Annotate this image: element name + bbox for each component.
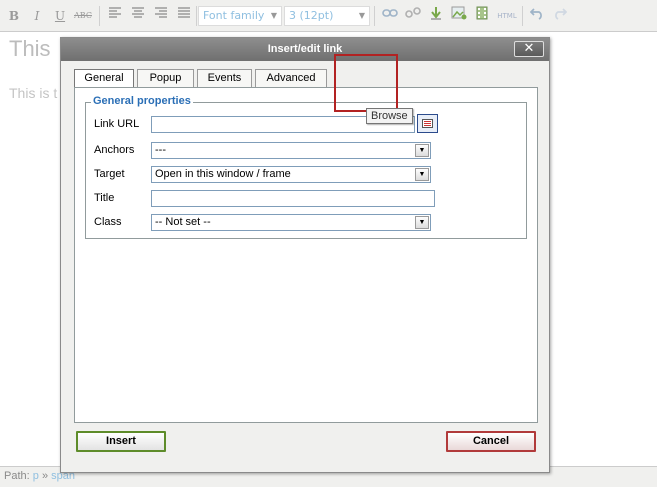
class-value: -- Not set -- bbox=[155, 216, 211, 228]
dialog-title[interactable]: Insert/edit link bbox=[61, 38, 549, 61]
close-button[interactable]: ✕ bbox=[514, 41, 544, 57]
chevron-down-icon: ▼ bbox=[415, 144, 429, 157]
insert-link-dialog: Insert/edit link ✕ General Popup Events … bbox=[60, 37, 550, 473]
general-properties-group: General properties Link URL Anchors --- … bbox=[85, 95, 527, 239]
align-left-icon[interactable] bbox=[105, 6, 125, 26]
tab-general[interactable]: General bbox=[74, 69, 134, 88]
tab-advanced[interactable]: Advanced bbox=[255, 69, 327, 87]
font-size-value: 3 (12pt) bbox=[289, 9, 334, 22]
html-source-button[interactable]: HTML bbox=[494, 6, 520, 26]
media-icon[interactable] bbox=[472, 6, 492, 26]
target-label: Target bbox=[94, 168, 125, 180]
fieldset-legend: General properties bbox=[91, 95, 193, 107]
anchors-label: Anchors bbox=[94, 144, 135, 156]
class-select[interactable]: -- Not set -- ▼ bbox=[151, 214, 431, 231]
align-center-icon[interactable] bbox=[128, 6, 148, 26]
align-right-icon[interactable] bbox=[151, 6, 171, 26]
path-label: Path: bbox=[4, 470, 30, 482]
editor-heading[interactable]: This bbox=[9, 36, 51, 62]
browse-icon bbox=[422, 119, 433, 128]
link-url-label: Link URL bbox=[94, 118, 140, 130]
font-family-value: Font family bbox=[203, 9, 265, 22]
redo-icon[interactable] bbox=[550, 6, 570, 26]
path-item-p[interactable]: p bbox=[33, 470, 39, 482]
bold-button[interactable]: B bbox=[4, 6, 24, 26]
strikethrough-button[interactable]: ABC bbox=[73, 6, 93, 26]
font-family-select[interactable]: Font family ▼ bbox=[198, 6, 282, 26]
title-label: Title bbox=[94, 192, 115, 204]
path-separator: » bbox=[41, 470, 49, 482]
undo-icon[interactable] bbox=[527, 6, 547, 26]
browse-button[interactable] bbox=[417, 114, 438, 133]
anchor-icon[interactable] bbox=[426, 6, 446, 26]
link-icon[interactable] bbox=[380, 6, 400, 26]
chevron-down-icon: ▼ bbox=[358, 11, 366, 20]
chevron-down-icon: ▼ bbox=[415, 168, 429, 181]
browse-tooltip: Browse bbox=[366, 108, 413, 124]
toolbar-divider bbox=[374, 6, 375, 26]
toolbar-divider bbox=[99, 6, 100, 26]
editor-paragraph[interactable]: This is t bbox=[9, 85, 57, 101]
target-select[interactable]: Open in this window / frame ▼ bbox=[151, 166, 431, 183]
target-value: Open in this window / frame bbox=[155, 168, 291, 180]
insert-button[interactable]: Insert bbox=[76, 431, 166, 452]
tab-popup[interactable]: Popup bbox=[137, 69, 194, 87]
general-panel: General properties Link URL Anchors --- … bbox=[74, 87, 538, 423]
chevron-down-icon: ▼ bbox=[270, 11, 278, 20]
underline-button[interactable]: U bbox=[50, 6, 70, 26]
align-justify-icon[interactable] bbox=[174, 6, 194, 26]
tab-events[interactable]: Events bbox=[197, 69, 252, 87]
anchors-value: --- bbox=[155, 144, 166, 156]
editor-toolbar: B I U ABC Font family ▼ 3 (12pt) ▼ HTML bbox=[0, 0, 657, 32]
italic-button[interactable]: I bbox=[27, 6, 47, 26]
anchors-select[interactable]: --- ▼ bbox=[151, 142, 431, 159]
cancel-button[interactable]: Cancel bbox=[446, 431, 536, 452]
image-icon[interactable] bbox=[449, 6, 469, 26]
title-input[interactable] bbox=[151, 190, 435, 207]
toolbar-divider bbox=[522, 6, 523, 26]
unlink-icon[interactable] bbox=[403, 6, 423, 26]
class-label: Class bbox=[94, 216, 122, 228]
font-size-select[interactable]: 3 (12pt) ▼ bbox=[284, 6, 370, 26]
chevron-down-icon: ▼ bbox=[415, 216, 429, 229]
toolbar-divider bbox=[196, 6, 197, 26]
